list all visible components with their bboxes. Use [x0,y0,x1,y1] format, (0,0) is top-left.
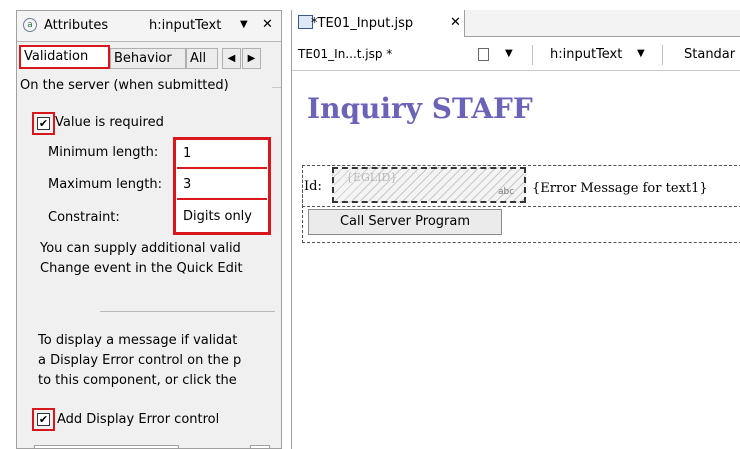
editor-tab-close-icon[interactable]: ✕ [450,15,461,30]
attributes-panel: a Attributes h:inputText ▼ ✕ Validation … [16,10,282,449]
id-label: Id: [304,179,322,194]
max-length-value: 3 [183,177,192,192]
attributes-view-icon: a [23,18,37,32]
value-required-checkbox[interactable]: ✔ [37,117,50,130]
toolbar-divider [532,45,533,65]
tab-behavior-label: Behavior [114,51,172,66]
section-divider [272,87,281,88]
bottom-control-stub [34,445,179,448]
page-heading: Inquiry STAFF [307,92,533,125]
call-server-program-button[interactable]: Call Server Program [308,209,502,235]
attributes-header: a Attributes h:inputText ▼ ✕ [17,11,281,42]
display-error-help-line-3: to this component, or click the [38,373,237,388]
help-text-line-1: You can supply additional valid [40,241,241,256]
editor-tab-label: *TE01_Input.jsp [311,16,414,31]
input-type-badge: abc [498,187,515,197]
constraint-value: Digits only [183,209,252,224]
close-icon[interactable]: ✕ [262,17,273,32]
attributes-title: Attributes [44,18,109,33]
add-display-error-checkbox[interactable]: ✔ [37,413,50,426]
text-input-field[interactable]: {EGLID} abc [332,167,526,203]
tab-behavior[interactable]: Behavior [110,48,186,69]
call-server-program-label: Call Server Program [339,214,470,229]
min-length-label: Minimum length: [48,145,159,160]
tab-validation[interactable]: Validation [19,45,110,69]
tab-validation-label: Validation [24,49,89,64]
min-length-value: 1 [183,146,192,161]
standard-mode-label[interactable]: Standar [684,47,735,62]
component-type-label: h:inputText [149,18,222,33]
tab-all[interactable]: All [186,48,218,69]
tab-scroll-left-button[interactable]: ◀ [222,48,241,69]
editor-tab-bar: *TE01_Input.jsp ✕ [292,10,740,37]
constraint-select[interactable]: Digits only [177,204,267,232]
separator-line [100,311,275,312]
toolbar-divider-2 [662,45,663,65]
editor-tab[interactable]: *TE01_Input.jsp ✕ [292,10,465,37]
display-error-help-line-2: a Display Error control on the p [38,353,242,368]
max-length-label: Maximum length: [48,177,163,192]
max-length-input[interactable]: 3 [177,172,267,200]
input-placeholder: {EGLID} [346,171,398,184]
display-error-help-line-1: To display a message if validat [38,333,238,348]
help-text-line-2: Change event in the Quick Edit [40,261,243,276]
component-select[interactable]: h:inputText [550,47,622,62]
tab-all-label: All [190,51,207,66]
editor-panel: *TE01_Input.jsp ✕ TE01_In...t.jsp * ▼ h:… [291,10,740,449]
editor-toolbar: TE01_In...t.jsp * ▼ h:inputText ▼ Standa… [292,37,740,71]
add-display-error-label: Add Display Error control [57,412,220,427]
bottom-control-stub-2 [250,445,270,448]
value-required-label: Value is required [55,115,164,130]
page-properties-icon[interactable] [478,48,489,61]
file-breadcrumb[interactable]: TE01_In...t.jsp * [298,47,392,61]
component-select-dropdown-icon[interactable]: ▼ [637,48,645,59]
view-menu-icon[interactable]: ▼ [240,19,248,30]
constraint-label: Constraint: [48,210,120,225]
error-message-placeholder: {Error Message for text1} [532,181,708,196]
min-length-input[interactable]: 1 [177,141,267,169]
tab-scroll-right-button[interactable]: ▶ [242,48,261,69]
section-heading: On the server (when submitted) [20,78,229,93]
page-properties-dropdown-icon[interactable]: ▼ [505,48,513,59]
